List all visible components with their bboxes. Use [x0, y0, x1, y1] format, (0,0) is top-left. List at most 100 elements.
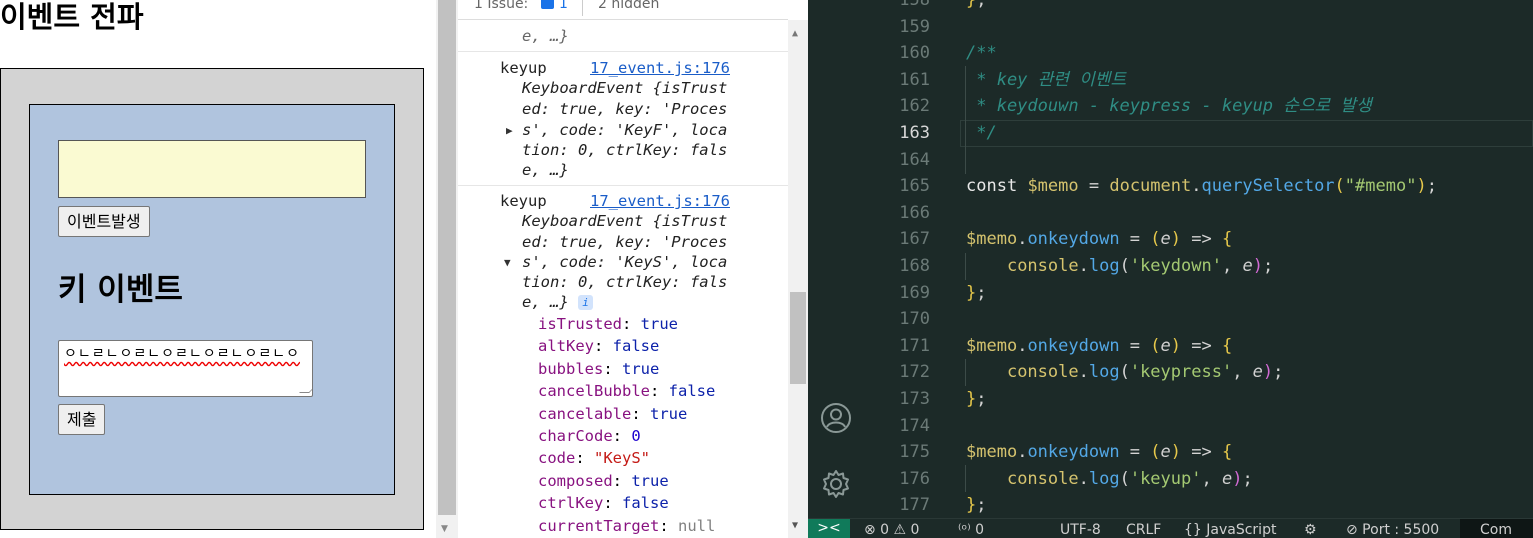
property-row[interactable]: isTrusted: true	[538, 314, 678, 334]
property-row[interactable]: currentTarget: null	[538, 516, 715, 536]
log-line: s', code: 'KeyF', loca	[522, 121, 728, 139]
code-line[interactable]: console.log('keydown', e);	[966, 253, 1273, 280]
memo-textarea[interactable]: ㅇㄴㄹㄴㅇㄹㄴㅇㄹㄴㅇㄹㄴㅇㄹㄴㅇ	[58, 340, 313, 397]
page-scrollbar-thumb[interactable]	[438, 0, 456, 515]
property-value: false	[622, 494, 669, 513]
property-row[interactable]: bubbles: true	[538, 359, 659, 379]
property-separator: :	[659, 516, 678, 535]
submit-button[interactable]: 제출	[58, 404, 106, 435]
log-source-link[interactable]: 17_event.js:176	[590, 191, 730, 211]
code-line[interactable]: * key 관련 이벤트	[966, 67, 1126, 94]
line-number: 161	[899, 69, 930, 90]
text-input[interactable]	[58, 140, 366, 198]
scroll-up-arrow-icon[interactable]: ▲	[792, 28, 798, 39]
copilot-label[interactable]: Com	[1480, 521, 1512, 538]
live-server-indicator[interactable]: ⊘ Port : 5500	[1346, 521, 1439, 538]
property-separator: :	[631, 404, 650, 423]
code-line[interactable]: };	[966, 280, 987, 307]
code-line[interactable]: console.log('keyup', e);	[966, 466, 1253, 493]
property-row[interactable]: cancelable: true	[538, 404, 687, 424]
hidden-messages-label[interactable]: 2 hidden	[598, 0, 659, 12]
scroll-down-arrow-icon[interactable]: ▼	[441, 524, 448, 534]
property-row[interactable]: cancelBubble: false	[538, 381, 715, 401]
problems-indicator[interactable]: ⊗ 0 ⚠ 0	[864, 521, 919, 538]
code-line[interactable]: $memo.onkeydown = (e) => {	[966, 226, 1232, 253]
line-number: 163	[899, 123, 930, 143]
property-value: true	[640, 315, 678, 333]
line-number: 170	[899, 309, 930, 330]
property-row[interactable]: code: "KeyS"	[538, 448, 650, 468]
property-row[interactable]: charCode: 0	[538, 426, 641, 446]
browser-page: 이벤트 전파 이벤트발생 키 이벤트 ㅇㄴㄹㄴㅇㄹㄴㅇㄹㄴㅇㄹㄴㅇㄹㄴㅇ 제출	[0, 0, 436, 538]
event-trigger-button[interactable]: 이벤트발생	[58, 206, 150, 237]
prettier-icon[interactable]: ⚙	[1304, 521, 1317, 538]
code-line[interactable]: /**	[966, 40, 997, 67]
toolbar-divider	[582, 0, 583, 16]
code-line[interactable]: };	[966, 0, 987, 14]
property-name: ctrlKey	[538, 494, 604, 513]
code-line[interactable]: $memo.onkeydown = (e) => {	[966, 439, 1232, 466]
account-icon[interactable]	[820, 402, 852, 434]
code-line[interactable]: */	[966, 120, 996, 147]
issues-count[interactable]: 1	[559, 0, 568, 12]
property-name: cancelBubble	[538, 382, 650, 401]
page-scrollbar[interactable]: ▼	[436, 0, 458, 538]
line-number: 171	[899, 335, 930, 356]
property-name: cancelable	[538, 404, 632, 423]
code-line[interactable]: };	[966, 386, 987, 413]
property-value: null	[678, 516, 716, 535]
log-source-link[interactable]: 17_event.js:176	[590, 58, 730, 78]
line-number: 173	[899, 389, 930, 409]
property-name: code	[538, 449, 576, 468]
line-number: 177	[899, 495, 930, 516]
memo-text: ㅇㄴㄹㄴㅇㄹㄴㅇㄹㄴㅇㄹㄴㅇㄹㄴㅇ	[64, 346, 300, 362]
line-number: 168	[899, 256, 930, 276]
console-scrollbar-thumb[interactable]	[790, 292, 806, 384]
log-label: keyup	[500, 59, 547, 77]
log-tail-line: e, …}	[522, 27, 569, 45]
console-toolbar: 1 Issue: 1 2 hidden	[458, 0, 788, 20]
line-number: 169	[899, 282, 930, 303]
copilot-status-area[interactable]: Com	[1460, 519, 1533, 538]
eol-indicator[interactable]: CRLF	[1126, 521, 1161, 538]
activity-bar	[808, 0, 864, 518]
line-number: 166	[899, 202, 930, 223]
line-number: 160	[899, 43, 930, 64]
remote-indicator-button[interactable]: ><	[808, 519, 850, 538]
encoding-indicator[interactable]: UTF-8	[1060, 521, 1101, 538]
page-title: 이벤트 전파	[0, 0, 144, 34]
property-value: true	[631, 471, 669, 490]
log-line: e, …} i	[522, 292, 594, 312]
code-line[interactable]: };	[966, 492, 987, 519]
property-separator: :	[622, 315, 641, 333]
property-name: currentTarget	[538, 516, 660, 535]
line-number: 167	[899, 229, 930, 250]
language-mode-indicator[interactable]: {} JavaScript	[1184, 521, 1276, 538]
property-separator: :	[612, 471, 632, 490]
settings-gear-icon[interactable]	[820, 468, 852, 500]
property-name: composed	[538, 471, 613, 490]
expand-arrow-icon[interactable]: ▶	[506, 124, 513, 137]
property-name: bubbles	[538, 359, 604, 378]
property-value: true	[650, 404, 688, 423]
code-line[interactable]: $memo.onkeydown = (e) => {	[966, 333, 1232, 360]
property-row[interactable]: ctrlKey: false	[538, 493, 669, 513]
property-name: altKey	[538, 337, 594, 356]
property-separator: :	[649, 382, 669, 401]
log-divider	[458, 51, 788, 52]
scroll-down-arrow-icon[interactable]: ▼	[792, 520, 798, 531]
code-line[interactable]: console.log('keypress', e);	[966, 359, 1283, 386]
info-icon[interactable]: i	[578, 295, 594, 310]
code-area[interactable]: 158 159 160 161 162 163 164 165 166 167 168 169 170 1…	[864, 0, 1533, 518]
property-row[interactable]: composed: true	[538, 471, 669, 491]
console-scrollbar[interactable]: ▲ ▼	[788, 20, 808, 538]
issues-label[interactable]: 1 Issue:	[474, 0, 528, 12]
ports-indicator[interactable]: ⁽ᵒ⁾ 0	[958, 521, 984, 538]
code-line[interactable]: const $memo = document.querySelector("#m…	[966, 173, 1437, 200]
code-line[interactable]: * keydouwn - keypress - keyup 순으로 발생	[966, 93, 1371, 120]
collapse-arrow-icon[interactable]: ▼	[504, 256, 511, 269]
property-separator: :	[603, 359, 622, 378]
line-number: 158	[899, 0, 930, 10]
property-value: true	[622, 359, 660, 378]
property-row[interactable]: altKey: false	[538, 336, 659, 356]
